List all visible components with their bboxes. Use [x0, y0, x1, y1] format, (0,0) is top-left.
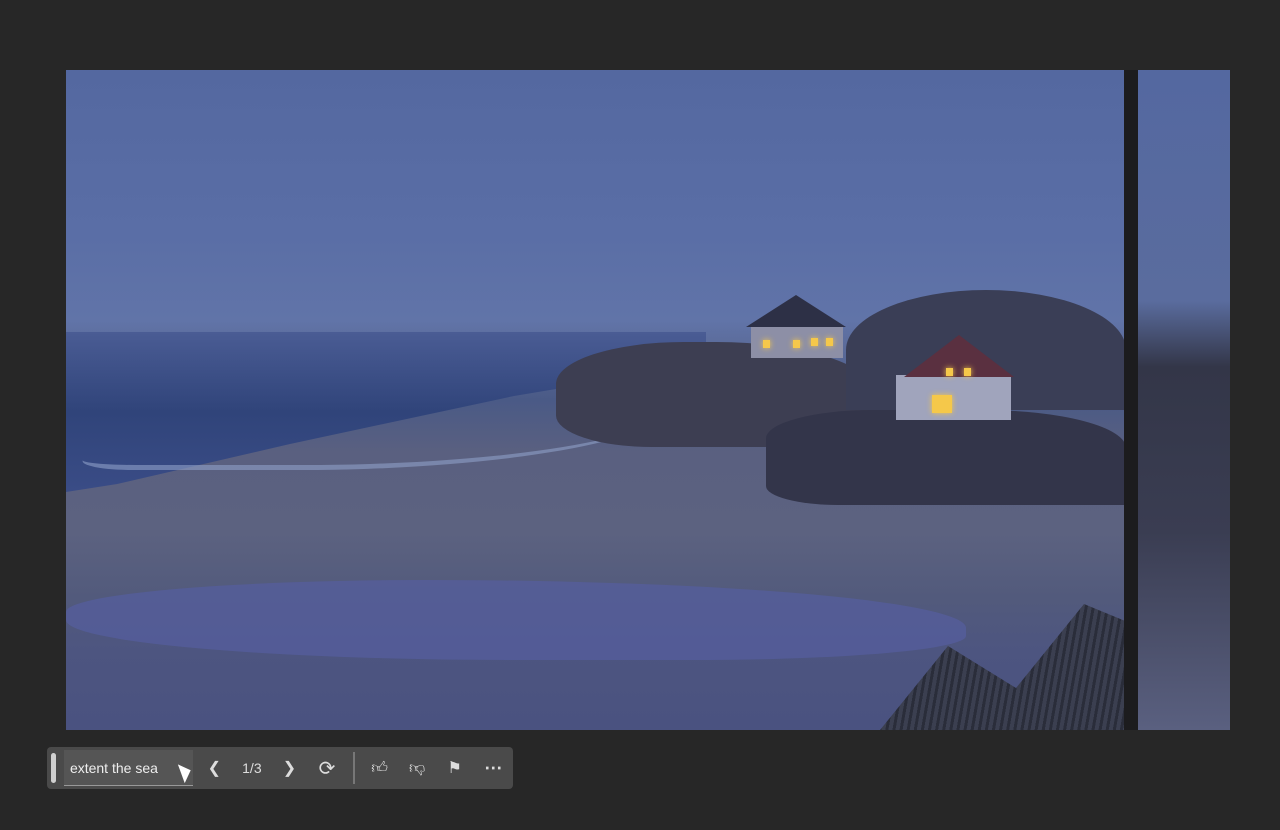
canvas-divider — [1124, 70, 1138, 730]
more-icon[interactable]: ⋯ — [473, 753, 513, 783]
window — [811, 338, 818, 346]
image-canvas[interactable] — [66, 70, 1230, 730]
page-counter: 1/3 — [242, 760, 262, 776]
window — [964, 368, 971, 376]
thumbs-down-icon[interactable]: 👎︎ — [398, 753, 436, 783]
window — [793, 340, 800, 348]
window — [826, 338, 833, 346]
flag-icon[interactable]: ⚑ — [436, 753, 474, 783]
separator — [352, 752, 355, 784]
window — [932, 395, 952, 413]
prompt-text: extent the sea — [69, 759, 158, 776]
tidal-pool — [66, 580, 966, 660]
chevron-right-icon[interactable]: ❯ — [272, 753, 308, 783]
drag-handle[interactable] — [51, 753, 56, 783]
house-1-roof — [746, 295, 846, 327]
generative-fill-toolbar: extent the sea ❮ 1/3 ❯ ⟳ 👍︎ 👎︎ ⚑ ⋯ — [47, 747, 513, 789]
chevron-left-icon[interactable]: ❮ — [197, 753, 233, 783]
house-2 — [896, 375, 1011, 420]
window — [946, 368, 953, 376]
right-image-panel — [1138, 70, 1230, 730]
prompt-input[interactable]: extent the sea — [63, 750, 193, 786]
window — [763, 340, 770, 348]
cliff-right — [766, 410, 1126, 505]
refresh-icon[interactable]: ⟳ — [307, 753, 347, 783]
thumbs-up-icon[interactable]: 👍︎ — [361, 753, 399, 783]
